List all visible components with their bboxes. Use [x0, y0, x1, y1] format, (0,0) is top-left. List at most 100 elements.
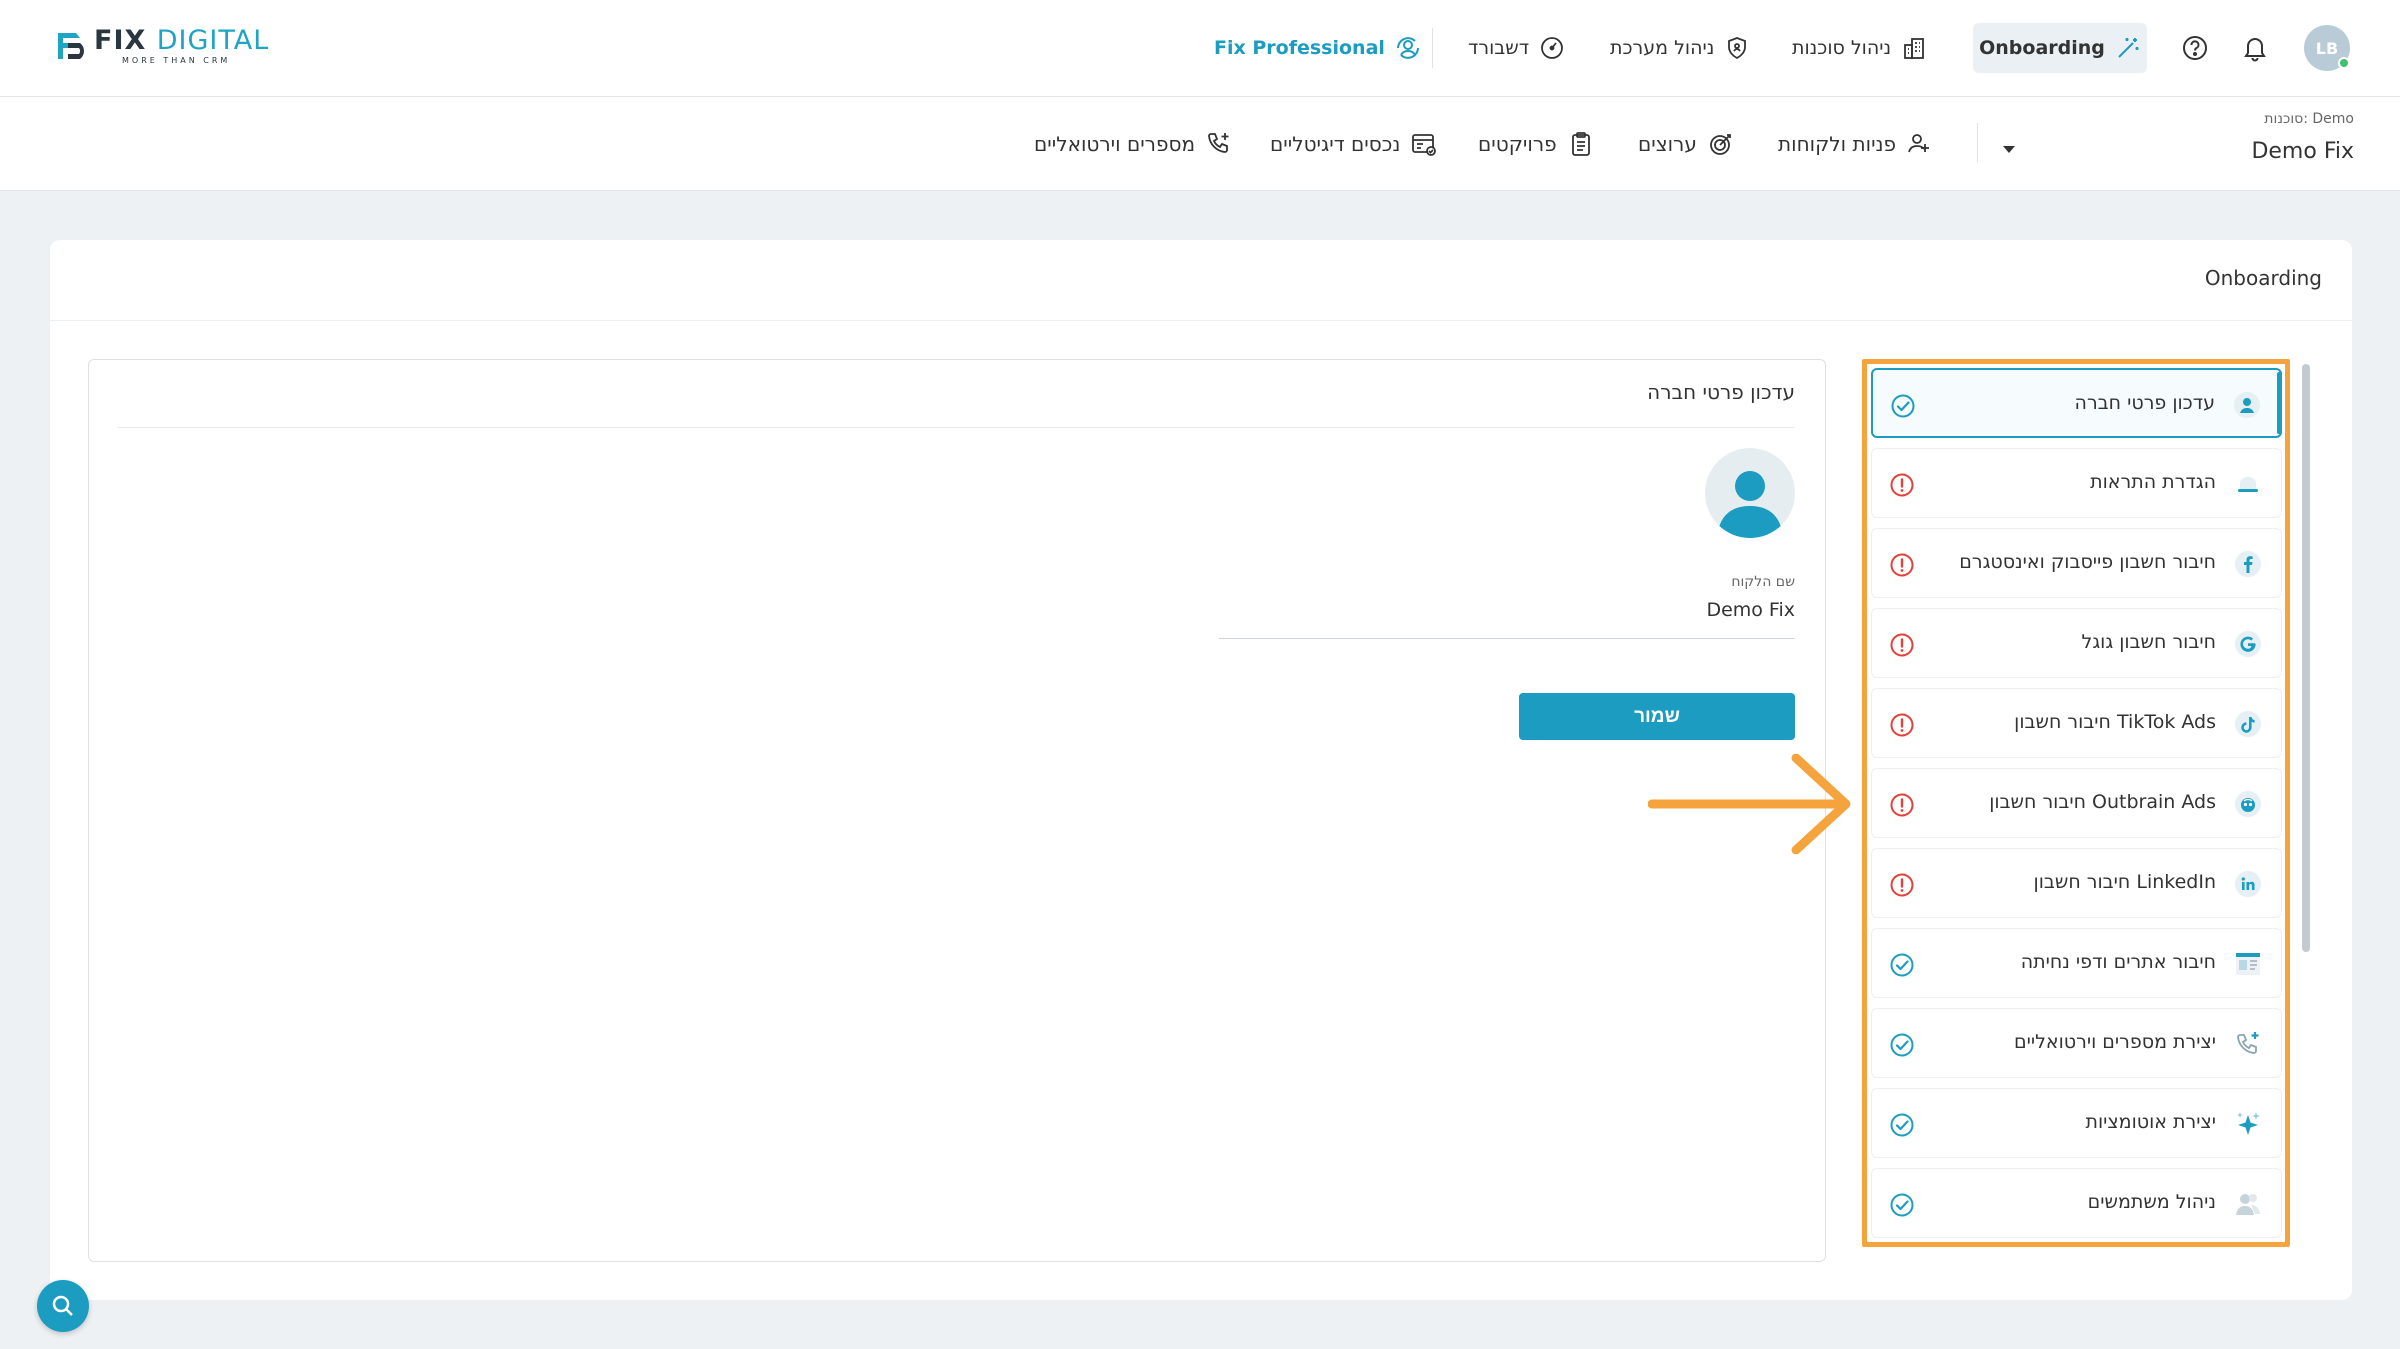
person-placeholder-icon [1717, 471, 1783, 538]
shield-icon [1728, 37, 1747, 60]
logo[interactable]: FIX DIGITAL MORE THAN CRM [54, 26, 269, 66]
magic-wand-icon [2118, 38, 2139, 58]
agency-label: סוכנות: Demo [2264, 111, 2354, 127]
onboarding-step[interactable]: חיבור חשבון Outbrain Ads [1871, 768, 2282, 838]
steps-scrollbar[interactable] [2302, 364, 2310, 952]
onboarding-step[interactable]: חיבור אתרים ודפי נחיתה [1871, 928, 2282, 998]
alert-circle-icon [1890, 473, 1914, 497]
alert-circle-icon [1890, 633, 1914, 657]
subnav-divider [1977, 123, 1978, 163]
onboarding-step[interactable]: חיבור חשבון TikTok Ads [1871, 688, 2282, 758]
chevron-down-icon[interactable] [2003, 146, 2015, 153]
fix-digital-logo-icon [58, 33, 84, 59]
onboarding-step[interactable]: ניהול משתמשים [1871, 1168, 2282, 1238]
alert-circle-icon [1890, 873, 1914, 897]
subnav-item-label: ערוצים [1638, 132, 1697, 156]
search-icon [52, 1295, 73, 1316]
customer-name-label: שם הלקוח [1731, 574, 1795, 590]
fix-professional-link[interactable]: Fix Professional [1214, 30, 1421, 66]
subnav-item-label: פרויקטים [1478, 132, 1557, 156]
header-divider [1432, 28, 1433, 68]
step-label: חיבור אתרים ודפי נחיתה [2020, 951, 2216, 973]
onboarding-steps-list: עדכון פרטי חברה הגדרת התראות חיבור חשבון פ… [1862, 359, 2290, 1247]
step-label: חיבור חשבון פייסבוק ואינסטגרם [1959, 551, 2216, 573]
nav-dashboard[interactable]: דשבורד [1468, 30, 1565, 66]
subnav-item-label: נכסים דיגיטליים [1270, 132, 1401, 156]
sub-navigation: סוכנות: Demo Demo Fix פניות ולקוחות ערוצ… [0, 97, 2400, 191]
linkedin-icon [2235, 871, 2261, 897]
check-circle-icon [1891, 394, 1915, 418]
nav-system-management[interactable]: ניהול מערכת [1610, 30, 1750, 66]
step-label: חיבור חשבון TikTok Ads [2014, 711, 2216, 733]
step-label: חיבור חשבון Outbrain Ads [1989, 791, 2216, 813]
nav-agency-management[interactable]: ניהול סוכנות [1792, 30, 1927, 66]
subnav-leads-customers[interactable]: פניות ולקוחות [1778, 127, 1934, 161]
check-circle-icon [1890, 1113, 1914, 1137]
step-label: יצירת מספרים וירטואליים [2014, 1031, 2216, 1053]
alert-circle-icon [1890, 793, 1914, 817]
subnav-virtual-numbers[interactable]: מספרים וירטואליים [1034, 127, 1233, 161]
top-header: FIX DIGITAL MORE THAN CRM Fix Profession… [0, 0, 2400, 97]
check-circle-icon [1890, 953, 1914, 977]
subnav-digital-assets[interactable]: נכסים דיגיטליים [1270, 127, 1438, 161]
user-sync-icon [1396, 37, 1419, 59]
save-button[interactable]: שמור [1519, 693, 1795, 740]
check-circle-icon [1890, 1193, 1914, 1217]
outbrain-icon [2235, 791, 2261, 817]
customer-name-input[interactable]: Demo Fix [1706, 599, 1795, 621]
nav-system-management-label: ניהול מערכת [1610, 37, 1715, 59]
target-icon [1709, 134, 1731, 155]
logo-tagline: MORE THAN CRM [122, 56, 231, 65]
online-status-dot [2338, 57, 2350, 69]
onboarding-step[interactable]: עדכון פרטי חברה [1871, 368, 2282, 438]
customer-name-underline [1219, 638, 1795, 639]
onboarding-step[interactable]: חיבור חשבון גוגל [1871, 608, 2282, 678]
person-icon [2234, 392, 2260, 418]
form-title: עדכון פרטי חברה [1647, 380, 1795, 404]
step-label: חיבור חשבון גוגל [2081, 631, 2216, 653]
avatar-initials: LB [2315, 38, 2339, 58]
step-label: הגדרת התראות [2090, 471, 2216, 493]
bell-icon [2238, 477, 2258, 492]
building-icon [1904, 38, 1925, 59]
users-icon [1908, 134, 1930, 153]
subnav-channels[interactable]: ערוצים [1638, 127, 1735, 161]
subnav-item-label: פניות ולקוחות [1778, 132, 1897, 156]
users-icon [2236, 1194, 2260, 1215]
clipboard-icon [1571, 132, 1590, 156]
onboarding-step[interactable]: יצירת אוטומציות [1871, 1088, 2282, 1158]
fix-professional-label: Fix Professional [1214, 37, 1385, 59]
facebook-icon [2235, 551, 2261, 577]
help-icon[interactable] [2180, 33, 2210, 63]
subnav-projects[interactable]: פרויקטים [1478, 127, 1595, 161]
floating-search-button[interactable] [37, 1280, 89, 1332]
bell-icon[interactable] [2240, 33, 2270, 63]
check-circle-icon [1890, 1033, 1914, 1057]
alert-circle-icon [1890, 713, 1914, 737]
logo-wordmark: FIX DIGITAL [94, 25, 270, 56]
step-label: עדכון פרטי חברה [2074, 392, 2215, 414]
onboarding-step[interactable]: חיבור חשבון פייסבוק ואינסטגרם [1871, 528, 2282, 598]
onboarding-step[interactable]: חיבור חשבון LinkedIn [1871, 848, 2282, 918]
onboarding-button[interactable]: Onboarding [1973, 23, 2147, 73]
step-label: יצירת אוטומציות [2085, 1111, 2217, 1133]
gauge-icon [1541, 37, 1563, 59]
company-details-form: עדכון פרטי חברה שם הלקוח Demo Fix שמור [88, 359, 1826, 1262]
user-avatar[interactable]: LB [2304, 25, 2350, 71]
card-divider [50, 320, 2352, 321]
alert-circle-icon [1890, 553, 1914, 577]
onboarding-step[interactable]: הגדרת התראות [1871, 448, 2282, 518]
agency-selector[interactable]: סוכנות: Demo Demo Fix [2251, 111, 2354, 164]
nav-agency-management-label: ניהול סוכנות [1792, 37, 1892, 59]
phone-plus-icon [2237, 1032, 2259, 1054]
agency-name: Demo Fix [2251, 139, 2354, 164]
page-title: Onboarding [2204, 266, 2322, 290]
form-divider [117, 427, 1795, 428]
company-avatar[interactable] [1705, 448, 1795, 538]
sparkle-icon [2237, 1112, 2260, 1135]
step-label: ניהול משתמשים [2087, 1191, 2216, 1213]
subnav-item-label: מספרים וירטואליים [1034, 132, 1196, 156]
onboarding-label: Onboarding [1979, 37, 2105, 59]
nav-dashboard-label: דשבורד [1468, 37, 1530, 59]
onboarding-step[interactable]: יצירת מספרים וירטואליים [1871, 1008, 2282, 1078]
